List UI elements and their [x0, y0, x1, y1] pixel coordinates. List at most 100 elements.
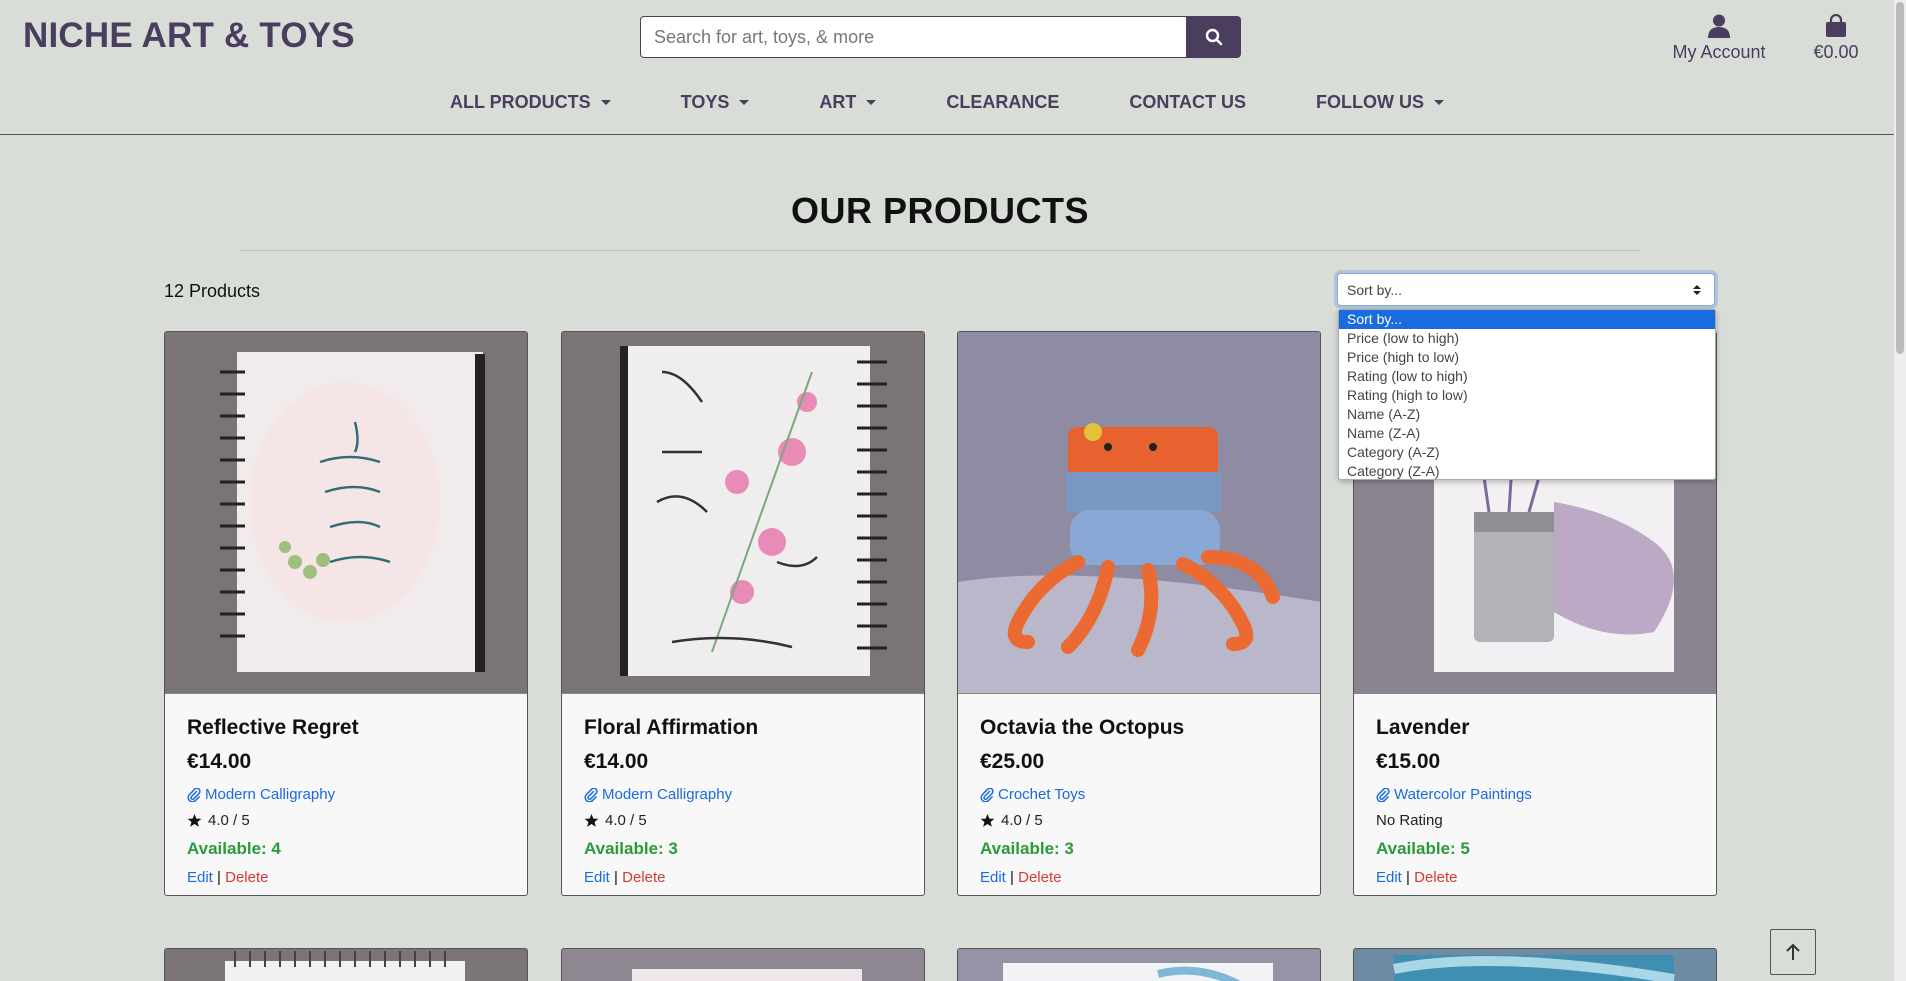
caret-down-icon	[600, 100, 611, 105]
product-name[interactable]: Lavender	[1376, 716, 1694, 740]
product-actions: Edit | Delete	[584, 869, 902, 886]
sort-option[interactable]: Price (high to low)	[1339, 348, 1715, 367]
sort-selected-value: Sort by...	[1347, 281, 1402, 298]
site-header: NICHE ART & TOYS My Account €0.00	[0, 0, 1894, 135]
delete-link[interactable]: Delete	[1414, 869, 1457, 886]
category-label: Modern Calligraphy	[205, 786, 336, 803]
delete-link[interactable]: Delete	[1018, 869, 1061, 886]
nav-follow-us[interactable]: FOLLOW US	[1316, 92, 1445, 113]
sort-select[interactable]: Sort by...	[1337, 273, 1715, 306]
select-arrows-icon	[1693, 284, 1701, 295]
product-card-partial[interactable]	[164, 948, 528, 981]
sort-option[interactable]: Rating (low to high)	[1339, 367, 1715, 386]
product-actions: Edit | Delete	[1376, 869, 1694, 886]
rating-value: 4.0 / 5	[605, 812, 647, 829]
caret-down-icon	[1434, 100, 1445, 105]
sort-option[interactable]: Name (Z-A)	[1339, 424, 1715, 443]
separator: |	[614, 869, 618, 886]
product-category-link[interactable]: Crochet Toys	[980, 786, 1298, 803]
edit-link[interactable]: Edit	[584, 869, 610, 886]
product-availability: Available: 5	[1376, 839, 1470, 858]
sort-option[interactable]: Price (low to high)	[1339, 329, 1715, 348]
delete-link[interactable]: Delete	[622, 869, 665, 886]
nav-contact-us[interactable]: CONTACT US	[1129, 92, 1246, 113]
nav-label: CONTACT US	[1129, 92, 1247, 112]
sort-option[interactable]: Name (A-Z)	[1339, 405, 1715, 424]
product-card-partial[interactable]	[957, 948, 1321, 981]
scrollbar-thumb[interactable]	[1896, 2, 1904, 354]
paperclip-icon	[187, 787, 201, 802]
paperclip-icon	[584, 787, 598, 802]
product-card-partial[interactable]	[561, 948, 925, 981]
product-actions: Edit | Delete	[187, 869, 505, 886]
product-card: Octavia the Octopus €25.00 Crochet Toys …	[957, 331, 1321, 896]
product-availability: Available: 3	[980, 839, 1074, 858]
product-card-partial[interactable]	[1353, 948, 1717, 981]
separator: |	[217, 869, 221, 886]
nav-all-products[interactable]: ALL PRODUCTS	[450, 92, 611, 113]
nav-art[interactable]: ART	[819, 92, 877, 113]
product-category-link[interactable]: Watercolor Paintings	[1376, 786, 1694, 803]
product-price: €14.00	[584, 750, 649, 773]
paperclip-icon	[1376, 787, 1390, 802]
category-label: Crochet Toys	[998, 786, 1086, 803]
product-category-link[interactable]: Modern Calligraphy	[584, 786, 902, 803]
sort-option[interactable]: Sort by...	[1339, 310, 1715, 329]
back-to-top-button[interactable]	[1770, 929, 1816, 975]
nav-label: ART	[819, 92, 857, 112]
product-price: €25.00	[980, 750, 1045, 773]
product-availability: Available: 3	[584, 839, 678, 858]
product-rating: 4.0 / 5	[187, 812, 505, 829]
nav-label: TOYS	[680, 92, 730, 112]
search-form	[640, 16, 1241, 58]
page-scrollbar[interactable]	[1894, 0, 1906, 981]
brand-logo[interactable]: NICHE ART & TOYS	[23, 16, 355, 56]
search-icon	[1205, 28, 1222, 46]
product-name[interactable]: Floral Affirmation	[584, 716, 902, 740]
user-icon	[1708, 14, 1730, 38]
paperclip-icon	[980, 787, 994, 802]
nav-clearance[interactable]: CLEARANCE	[946, 92, 1059, 113]
edit-link[interactable]: Edit	[1376, 869, 1402, 886]
product-price: €15.00	[1376, 750, 1441, 773]
sort-option[interactable]: Rating (high to low)	[1339, 386, 1715, 405]
star-icon	[584, 813, 599, 827]
cart-link[interactable]: €0.00	[1804, 10, 1868, 63]
product-image[interactable]	[562, 332, 924, 694]
product-rating: 4.0 / 5	[584, 812, 902, 829]
edit-link[interactable]: Edit	[980, 869, 1006, 886]
category-label: Watercolor Paintings	[1394, 786, 1532, 803]
my-account-link[interactable]: My Account	[1668, 10, 1770, 63]
product-rating: No Rating	[1376, 812, 1694, 829]
nav-label: FOLLOW US	[1316, 92, 1425, 112]
separator: |	[1010, 869, 1014, 886]
sort-option[interactable]: Category (Z-A)	[1339, 462, 1715, 481]
delete-link[interactable]: Delete	[225, 869, 268, 886]
star-icon	[980, 813, 995, 827]
product-image[interactable]	[165, 332, 527, 694]
arrow-up-icon	[1786, 943, 1800, 960]
product-availability: Available: 4	[187, 839, 281, 858]
page-title: OUR PRODUCTS	[790, 190, 1089, 231]
sort-option[interactable]: Category (A-Z)	[1339, 443, 1715, 462]
product-name[interactable]: Reflective Regret	[187, 716, 505, 740]
nav-label: CLEARANCE	[946, 92, 1060, 112]
my-account-label: My Account	[1672, 42, 1766, 62]
search-button[interactable]	[1186, 16, 1241, 58]
shopping-bag-icon	[1826, 14, 1846, 37]
main-nav: ALL PRODUCTS TOYS ART CLEARANCE CONTACT …	[0, 92, 1894, 113]
product-category-link[interactable]: Modern Calligraphy	[187, 786, 505, 803]
product-name[interactable]: Octavia the Octopus	[980, 716, 1298, 740]
product-actions: Edit | Delete	[980, 869, 1298, 886]
caret-down-icon	[739, 100, 750, 105]
edit-link[interactable]: Edit	[187, 869, 213, 886]
sort-dropdown-list: Sort by... Price (low to high) Price (hi…	[1338, 309, 1716, 480]
search-input[interactable]	[640, 16, 1186, 58]
separator: |	[1406, 869, 1410, 886]
nav-toys[interactable]: TOYS	[681, 92, 750, 113]
product-image[interactable]	[958, 332, 1320, 694]
rating-value: No Rating	[1376, 812, 1443, 829]
cart-total: €0.00	[1813, 42, 1859, 62]
category-label: Modern Calligraphy	[602, 786, 733, 803]
product-card: Floral Affirmation €14.00 Modern Calligr…	[561, 331, 925, 896]
